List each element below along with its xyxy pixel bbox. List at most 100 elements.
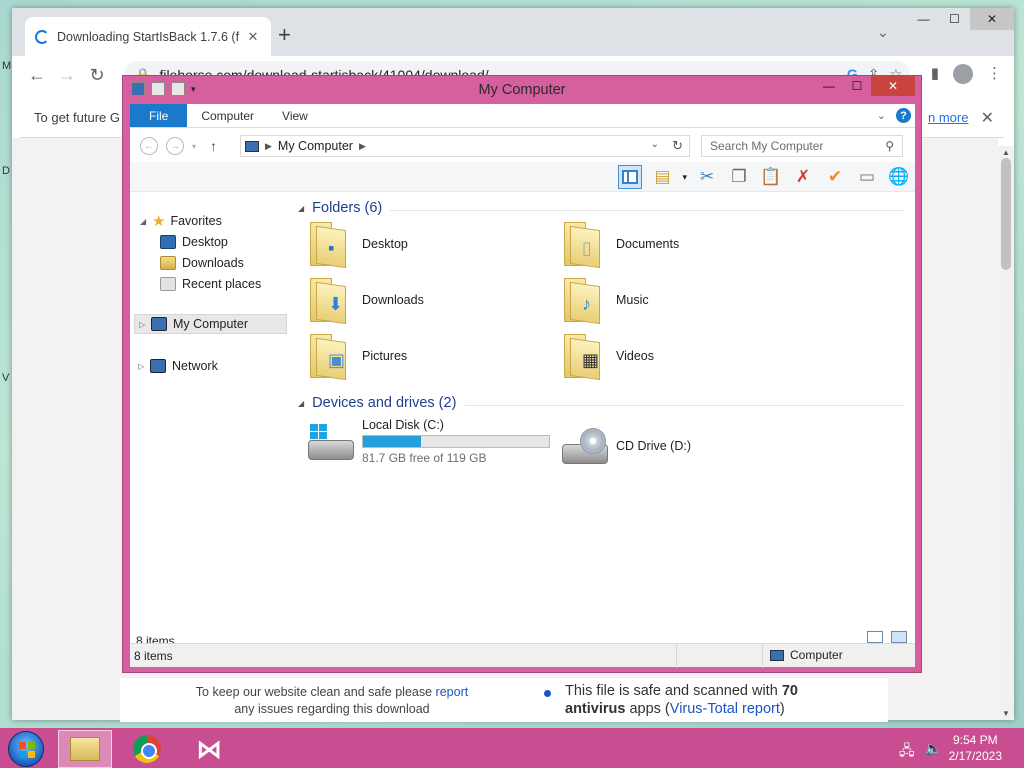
- group-divider: [390, 210, 905, 211]
- network-tray-icon[interactable]: 🖧: [899, 740, 915, 764]
- collapse-arrow-icon[interactable]: ◢: [298, 204, 304, 213]
- nav-downloads[interactable]: Downloads: [160, 253, 244, 273]
- expand-arrow-icon[interactable]: ◢: [140, 217, 152, 226]
- cd-drive-icon: [562, 426, 610, 466]
- explorer-close-button[interactable]: ✕: [871, 76, 915, 96]
- scroll-thumb[interactable]: [1001, 158, 1011, 270]
- expand-arrow-icon[interactable]: ▷: [139, 320, 151, 329]
- preview-pane-button[interactable]: [618, 165, 643, 189]
- side-panel-icon[interactable]: ▮: [931, 64, 939, 84]
- nav-network[interactable]: ▷ Network: [138, 356, 218, 376]
- folder-documents[interactable]: ▯ Documents: [564, 222, 679, 269]
- recent-locations-icon[interactable]: ▾: [192, 142, 196, 151]
- nav-label: Downloads: [182, 256, 244, 270]
- scroll-down-icon[interactable]: ▼: [1002, 709, 1010, 718]
- dropdown-icon[interactable]: ▾: [682, 172, 687, 183]
- drive-label: Local Disk (C:): [362, 418, 444, 432]
- page-scrollbar[interactable]: ▲ ▼: [998, 146, 1014, 720]
- tab-close-icon[interactable]: ✕: [245, 29, 261, 45]
- visual-studio-icon: ⋈: [196, 733, 222, 764]
- reload-button[interactable]: ↻: [82, 60, 112, 90]
- taskbar-explorer[interactable]: [58, 730, 112, 768]
- nav-favorites[interactable]: ◢ ★ Favorites: [140, 211, 222, 231]
- tab-search-chevron-icon[interactable]: ⌄: [877, 24, 889, 41]
- clock[interactable]: 9:54 PM 2/17/2023: [949, 732, 1002, 764]
- desktop-icon-label: V: [2, 372, 10, 384]
- browser-tab[interactable]: Downloading StartIsBack 1.7.6 (f ✕: [25, 17, 271, 56]
- nav-my-computer[interactable]: ▷ My Computer: [134, 314, 287, 334]
- folder-desktop[interactable]: ▪ Desktop: [310, 222, 408, 269]
- large-icons-view-icon[interactable]: [891, 631, 907, 643]
- rename-icon[interactable]: ▭: [855, 165, 879, 189]
- maximize-button[interactable]: ☐: [939, 8, 970, 30]
- explorer-back-icon[interactable]: ←: [140, 137, 158, 155]
- start-button[interactable]: [8, 731, 44, 767]
- search-icon[interactable]: ⚲: [885, 139, 894, 153]
- nav-recent-places[interactable]: Recent places: [160, 274, 261, 294]
- network-globe-icon[interactable]: 🌐: [887, 165, 911, 189]
- folder-music[interactable]: ♪ Music: [564, 278, 649, 325]
- tab-view[interactable]: View: [268, 104, 322, 127]
- breadcrumb-chevron-icon[interactable]: ▶: [265, 141, 272, 152]
- drive-cd-d[interactable]: CD Drive (D:): [562, 426, 691, 466]
- ribbon-tabs: File Computer View ⌄ ?: [130, 104, 915, 128]
- copy-icon[interactable]: ❐: [727, 165, 751, 189]
- clock-time: 9:54 PM: [952, 733, 998, 747]
- report-link[interactable]: report: [436, 685, 469, 699]
- check-icon[interactable]: ✔: [823, 165, 847, 189]
- expand-ribbon-icon[interactable]: ⌄: [877, 109, 886, 122]
- explorer-address-bar[interactable]: ▶ My Computer ▶ ⌄ ↻: [240, 135, 690, 157]
- up-arrow-icon[interactable]: ↑: [210, 138, 217, 154]
- expand-arrow-icon[interactable]: ▷: [138, 362, 150, 371]
- taskbar: ⋈ 🖧 🔈 9:54 PM 2/17/2023: [0, 728, 1024, 768]
- desktop-icon-label: M: [2, 60, 12, 72]
- breadcrumb-chevron-icon[interactable]: ▶: [359, 141, 366, 152]
- volume-icon[interactable]: 🔈: [925, 740, 942, 764]
- close-button[interactable]: ✕: [970, 8, 1014, 30]
- properties-icon[interactable]: ▤: [650, 165, 674, 189]
- explorer-forward-icon[interactable]: →: [166, 137, 184, 155]
- minimize-button[interactable]: —: [908, 8, 939, 30]
- drive-free-space: 81.7 GB free of 119 GB: [362, 451, 487, 465]
- taskbar-chrome[interactable]: [120, 730, 174, 768]
- explorer-minimize-button[interactable]: —: [815, 76, 843, 96]
- menu-kebab-icon[interactable]: ⋮: [987, 64, 1002, 84]
- folders-group-header[interactable]: ◢ Folders (6): [298, 200, 382, 216]
- infobar-close-icon[interactable]: ✕: [981, 108, 994, 128]
- folder-downloads[interactable]: ⬇ Downloads: [310, 278, 424, 325]
- details-view-icon[interactable]: [867, 631, 883, 643]
- profile-avatar[interactable]: [953, 64, 973, 84]
- cut-icon[interactable]: ✂: [695, 165, 719, 189]
- group-divider: [465, 405, 905, 406]
- explorer-titlebar[interactable]: ▾ My Computer — ☐ ✕: [123, 76, 921, 104]
- tab-computer[interactable]: Computer: [187, 104, 268, 127]
- back-button[interactable]: ←: [22, 60, 52, 90]
- help-icon[interactable]: ?: [896, 108, 911, 123]
- drive-local-c[interactable]: Local Disk (C:) 81.7 GB free of 119 GB: [308, 418, 550, 465]
- folder-videos[interactable]: ▦ Videos: [564, 334, 654, 381]
- taskbar-visual-studio[interactable]: ⋈: [182, 730, 236, 768]
- window-title: My Computer: [478, 82, 566, 98]
- folder-pictures[interactable]: ▣ Pictures: [310, 334, 407, 381]
- downloads-icon: [160, 256, 176, 270]
- search-input[interactable]: Search My Computer ⚲: [701, 135, 903, 157]
- drive-label: CD Drive (D:): [616, 439, 691, 453]
- refresh-icon[interactable]: ↻: [672, 138, 683, 154]
- new-tab-button[interactable]: +: [278, 23, 291, 47]
- collapse-arrow-icon[interactable]: ◢: [298, 399, 304, 408]
- nav-desktop[interactable]: Desktop: [160, 232, 228, 252]
- paste-icon[interactable]: 📋: [759, 165, 783, 189]
- scroll-up-icon[interactable]: ▲: [1002, 148, 1010, 157]
- breadcrumb-my-computer[interactable]: My Computer: [278, 139, 353, 153]
- learn-more-link[interactable]: n more: [928, 110, 968, 125]
- delete-icon[interactable]: ✗: [791, 165, 815, 189]
- devices-group-header[interactable]: ◢ Devices and drives (2): [298, 395, 456, 411]
- status-bar: 8 items Computer: [130, 643, 915, 668]
- forward-button[interactable]: →: [52, 60, 82, 90]
- file-explorer-icon: [70, 737, 100, 761]
- tab-file[interactable]: File: [130, 104, 188, 127]
- address-dropdown-icon[interactable]: ⌄: [651, 139, 659, 150]
- folder-label: Music: [616, 293, 649, 307]
- virus-total-link[interactable]: Virus-Total report: [670, 701, 780, 717]
- explorer-maximize-button[interactable]: ☐: [843, 76, 871, 96]
